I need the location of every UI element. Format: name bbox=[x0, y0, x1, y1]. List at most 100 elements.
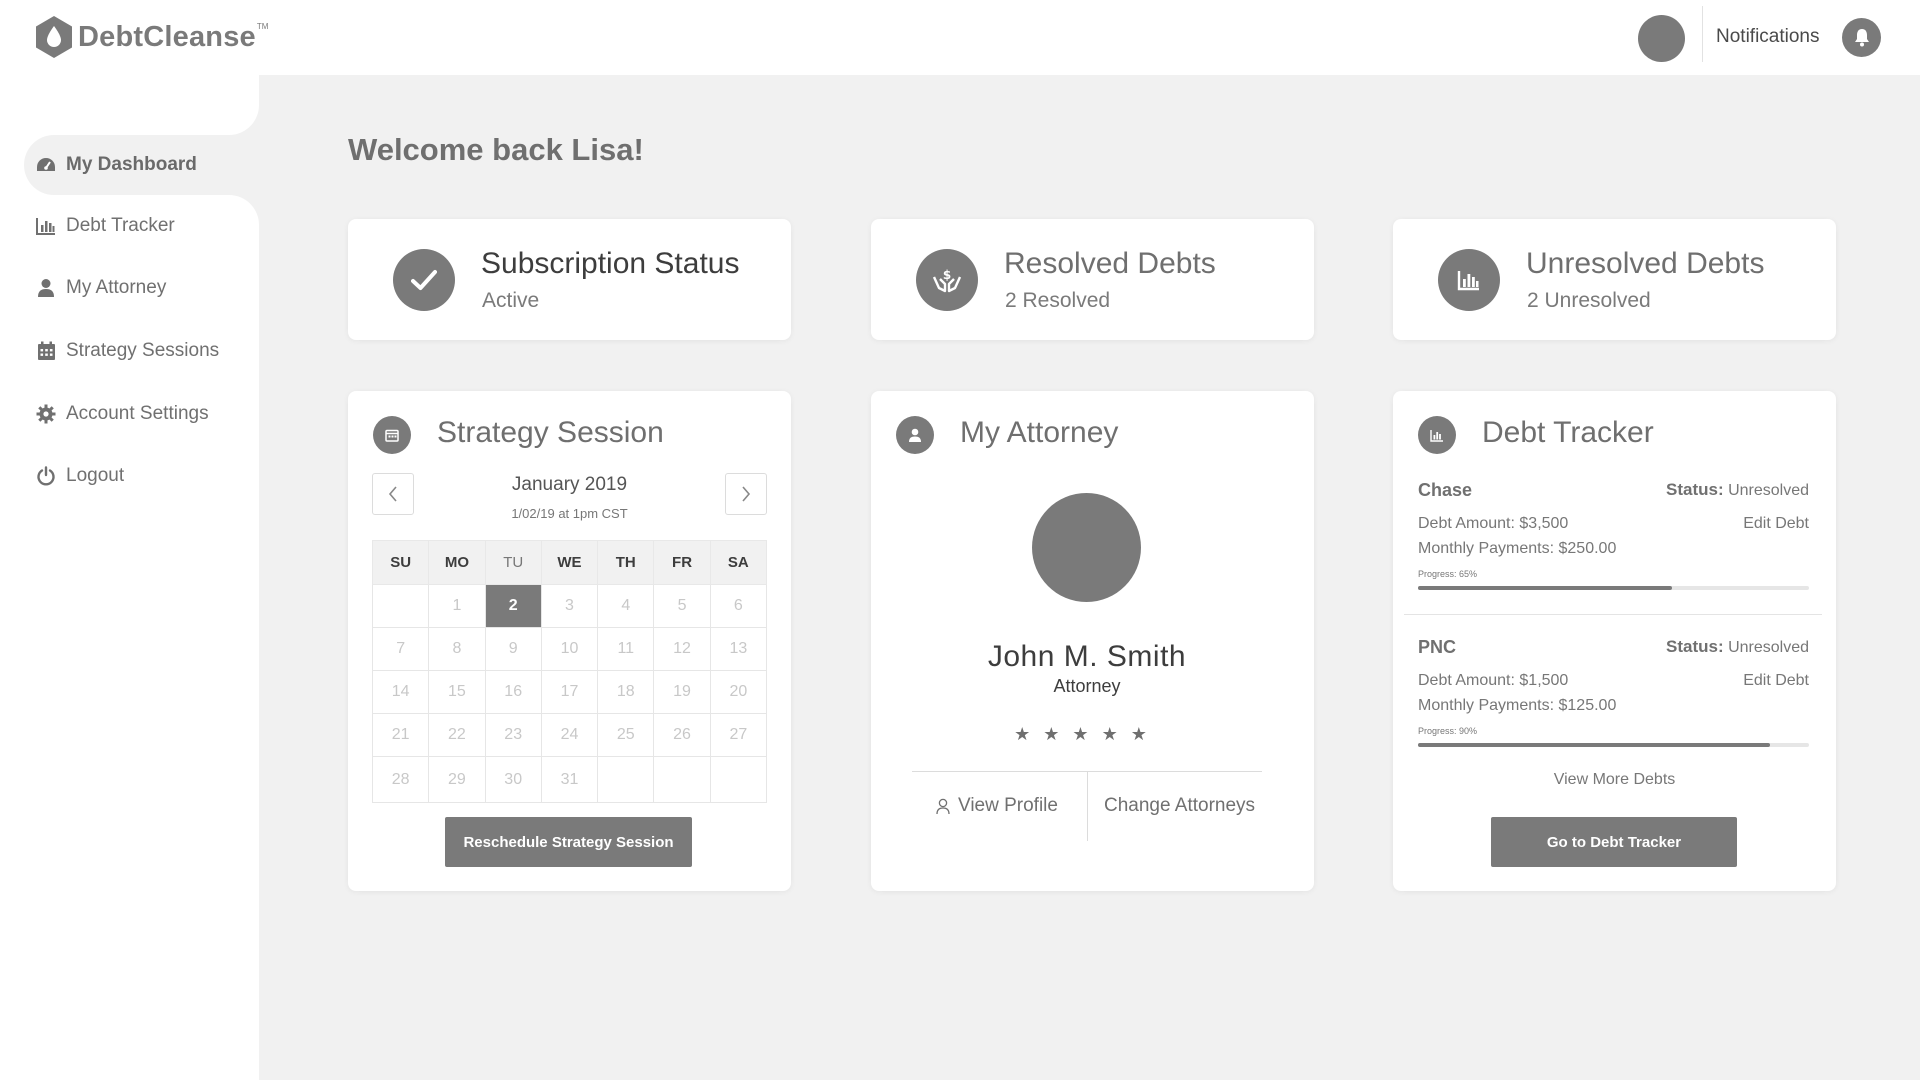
calendar-day[interactable]: 11 bbox=[597, 627, 655, 671]
debt-tracker-card: Debt Tracker Chase Status: Unresolved De… bbox=[1393, 391, 1836, 891]
user-icon bbox=[36, 278, 56, 298]
calendar-icon bbox=[373, 416, 411, 454]
calendar-day[interactable]: 28 bbox=[371, 756, 430, 803]
calendar-next-button[interactable] bbox=[725, 473, 767, 515]
calendar-day[interactable]: 16 bbox=[484, 670, 542, 714]
sidebar-item-label: Logout bbox=[66, 465, 125, 486]
calendar-day[interactable]: 27 bbox=[709, 713, 768, 757]
calendar-day[interactable]: 3 bbox=[540, 584, 599, 628]
calendar-week-row: 21 22 23 24 25 26 27 bbox=[371, 713, 768, 757]
status-value: Unresolved bbox=[1728, 639, 1809, 656]
view-profile-link[interactable]: View Profile bbox=[936, 795, 1058, 817]
debt-creditor-name: Chase bbox=[1418, 480, 1473, 500]
notifications-label[interactable]: Notifications bbox=[1716, 26, 1820, 48]
calendar-day[interactable]: 29 bbox=[428, 756, 486, 803]
weekday-header: TU bbox=[484, 540, 542, 585]
bar-chart-icon bbox=[1418, 416, 1456, 454]
calendar-day[interactable]: 20 bbox=[709, 670, 768, 714]
sidebar-item-strategy-sessions[interactable]: Strategy Sessions bbox=[24, 321, 259, 381]
trademark: TM bbox=[256, 22, 269, 31]
calendar-day-empty bbox=[597, 756, 655, 803]
dashboard-icon bbox=[36, 155, 56, 175]
attorney-name: John M. Smith bbox=[987, 640, 1187, 673]
calendar-day[interactable] bbox=[371, 584, 430, 628]
calendar-day[interactable]: 24 bbox=[540, 713, 599, 757]
calendar-day[interactable]: 21 bbox=[371, 713, 430, 757]
calendar-day[interactable]: 6 bbox=[709, 584, 768, 628]
calendar-day[interactable]: 1 bbox=[428, 584, 486, 628]
user-icon bbox=[896, 416, 934, 454]
progress-fill bbox=[1418, 586, 1673, 590]
star-rating: ★★★★★ bbox=[1014, 724, 1160, 744]
view-more-debts-link[interactable]: View More Debts bbox=[1393, 771, 1836, 789]
calendar-day[interactable]: 5 bbox=[653, 584, 711, 628]
calendar-day[interactable]: 30 bbox=[484, 756, 542, 803]
progress-fill bbox=[1418, 743, 1770, 747]
bar-chart-icon bbox=[36, 216, 56, 236]
header-divider bbox=[1702, 6, 1703, 62]
bell-icon bbox=[1854, 28, 1869, 46]
calendar-day[interactable]: 22 bbox=[428, 713, 486, 757]
card-title: Debt Tracker bbox=[1482, 416, 1654, 449]
progress-bar bbox=[1418, 743, 1809, 747]
debt-creditor-name: PNC bbox=[1418, 637, 1457, 657]
progress-bar bbox=[1418, 586, 1809, 590]
reschedule-session-button[interactable]: Reschedule Strategy Session bbox=[445, 817, 692, 867]
stat-title: Subscription Status bbox=[481, 247, 740, 280]
calendar-day-empty bbox=[653, 756, 711, 803]
calendar-day[interactable]: 17 bbox=[540, 670, 599, 714]
calendar-day[interactable]: 7 bbox=[371, 627, 430, 671]
calendar-day[interactable]: 23 bbox=[484, 713, 542, 757]
sidebar-item-my-attorney[interactable]: My Attorney bbox=[24, 258, 259, 318]
calendar-day[interactable]: 13 bbox=[709, 627, 768, 671]
debt-status: Status: Unresolved bbox=[1666, 480, 1809, 500]
user-outline-icon bbox=[936, 798, 950, 814]
unresolved-debts-card: Unresolved Debts 2 Unresolved bbox=[1393, 219, 1836, 340]
go-to-debt-tracker-button[interactable]: Go to Debt Tracker bbox=[1491, 817, 1737, 867]
sidebar-item-label: Strategy Sessions bbox=[66, 340, 220, 361]
edit-debt-link[interactable]: Edit Debt bbox=[1743, 515, 1809, 533]
calendar-day[interactable]: 18 bbox=[597, 670, 655, 714]
sidebar-item-logout[interactable]: Logout bbox=[24, 446, 259, 506]
view-profile-label: View Profile bbox=[958, 795, 1058, 816]
sidebar-item-my-dashboard[interactable]: My Dashboard bbox=[24, 135, 259, 195]
edit-debt-link[interactable]: Edit Debt bbox=[1743, 672, 1809, 690]
card-title: Strategy Session bbox=[437, 416, 664, 449]
calendar-day[interactable]: 10 bbox=[540, 627, 599, 671]
status-label: Status: bbox=[1665, 480, 1724, 499]
calendar-day-empty bbox=[709, 756, 768, 803]
calendar-day[interactable]: 9 bbox=[484, 627, 542, 671]
my-attorney-card: My Attorney John M. Smith Attorney ★★★★★… bbox=[871, 391, 1314, 891]
sidebar-item-account-settings[interactable]: Account Settings bbox=[24, 384, 259, 444]
calendar-day[interactable]: 19 bbox=[653, 670, 711, 714]
weekday-header: TH bbox=[597, 540, 655, 585]
weekday-header: FR bbox=[653, 540, 711, 585]
calendar-day[interactable]: 31 bbox=[540, 756, 599, 803]
calendar-day[interactable]: 25 bbox=[597, 713, 655, 757]
sidebar-item-debt-tracker[interactable]: Debt Tracker bbox=[24, 196, 259, 256]
notifications-button[interactable] bbox=[1842, 18, 1881, 57]
calendar-day-selected[interactable]: 2 bbox=[484, 584, 542, 628]
sidebar-item-label: My Dashboard bbox=[66, 154, 197, 175]
change-attorneys-link[interactable]: Change Attorneys bbox=[1104, 795, 1255, 817]
calendar-day[interactable]: 14 bbox=[371, 670, 430, 714]
hands-dollar-icon: $ bbox=[916, 249, 978, 311]
subscription-status-card: Subscription Status Active bbox=[348, 219, 791, 340]
debt-status: Status: Unresolved bbox=[1666, 637, 1809, 657]
attorney-role: Attorney bbox=[1053, 676, 1121, 696]
user-avatar[interactable] bbox=[1638, 15, 1685, 62]
calendar-day[interactable]: 8 bbox=[428, 627, 486, 671]
power-icon bbox=[36, 466, 56, 486]
page-title: Welcome back Lisa! bbox=[348, 132, 644, 167]
sidebar-item-label: Account Settings bbox=[66, 403, 209, 424]
stat-title: Unresolved Debts bbox=[1526, 247, 1765, 280]
calendar-day[interactable]: 12 bbox=[653, 627, 711, 671]
sidebar-item-label: Debt Tracker bbox=[66, 215, 175, 236]
calendar-day[interactable]: 15 bbox=[428, 670, 486, 714]
weekday-header: SA bbox=[709, 540, 768, 585]
calendar-day[interactable]: 26 bbox=[653, 713, 711, 757]
brand-logo[interactable]: DebtCleanse TM bbox=[34, 15, 268, 59]
check-icon bbox=[393, 249, 455, 311]
sidebar-notch-cover bbox=[199, 75, 259, 135]
calendar-day[interactable]: 4 bbox=[597, 584, 655, 628]
